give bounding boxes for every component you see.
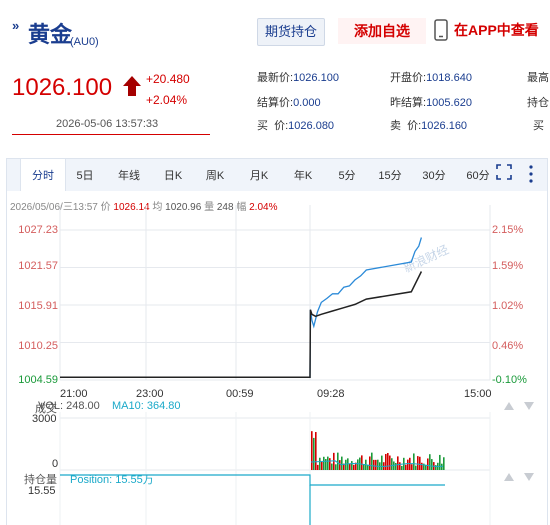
volume-bar: [429, 454, 431, 470]
volume-bar: [435, 465, 437, 470]
volume-bar: [387, 453, 389, 470]
volume-bar: [351, 461, 353, 470]
volume-bar: [337, 452, 339, 470]
volume-bar: [341, 456, 343, 470]
volume-collapse-icon[interactable]: [524, 402, 534, 410]
position-legend: Position: 15.55万: [70, 474, 154, 486]
volume-bar: [345, 459, 347, 470]
position-collapse-icon[interactable]: [524, 473, 534, 481]
volume-bar: [397, 456, 399, 470]
volume-ma10: MA10: 364.80: [112, 400, 181, 412]
price-line: [60, 237, 423, 378]
volume-bar: [335, 464, 337, 470]
volume-bar: [331, 463, 333, 470]
volume-bar: [405, 464, 407, 470]
volume-bar: [375, 459, 377, 470]
volume-bar: [321, 462, 323, 470]
volume-max-tick: 3000: [32, 413, 57, 425]
volume-bar: [419, 456, 421, 470]
volume-bar: [373, 459, 375, 470]
average-price-line: [60, 271, 423, 379]
volume-bar: [385, 453, 387, 470]
volume-bar: [315, 432, 317, 470]
volume-bar: [413, 453, 415, 470]
volume-bar: [431, 459, 433, 470]
volume-bar: [443, 457, 445, 470]
volume-bar: [333, 452, 335, 470]
volume-bar: [311, 431, 313, 470]
volume-bar: [325, 459, 327, 470]
volume-bar: [371, 452, 373, 470]
volume-expand-icon[interactable]: [504, 402, 514, 410]
volume-bar: [329, 458, 331, 470]
volume-bar: [415, 465, 417, 470]
volume-bar: [407, 459, 409, 470]
volume-bar: [317, 464, 319, 470]
volume-bar: [319, 457, 321, 470]
volume-bar: [427, 458, 429, 470]
volume-bar: [381, 455, 383, 470]
volume-bar: [395, 462, 397, 470]
volume-bar: [411, 464, 413, 470]
volume-bar: [417, 456, 419, 470]
volume-bar: [327, 456, 329, 470]
volume-bar: [401, 465, 403, 470]
volume-bar: [339, 460, 341, 470]
position-tick: 15.55: [28, 485, 56, 497]
volume-bar: [391, 458, 393, 470]
volume-bar: [439, 454, 441, 470]
position-expand-icon[interactable]: [504, 473, 514, 481]
volume-bar: [323, 456, 325, 470]
volume-bar: [361, 455, 363, 470]
volume-bar: [353, 464, 355, 470]
volume-bar: [357, 459, 359, 470]
volume-bar: [377, 459, 379, 470]
volume-bar: [369, 456, 371, 470]
volume-bar: [367, 465, 369, 470]
volume-bar: [421, 462, 423, 470]
volume-bar: [399, 462, 401, 470]
volume-bar: [313, 437, 315, 470]
volume-bar: [349, 463, 351, 470]
volume-zero-tick: 0: [52, 458, 59, 470]
intraday-chart[interactable]: [0, 0, 550, 525]
volume-legend: VOL: 248.00 MA10: 364.80: [38, 400, 181, 412]
volume-bar: [389, 455, 391, 470]
